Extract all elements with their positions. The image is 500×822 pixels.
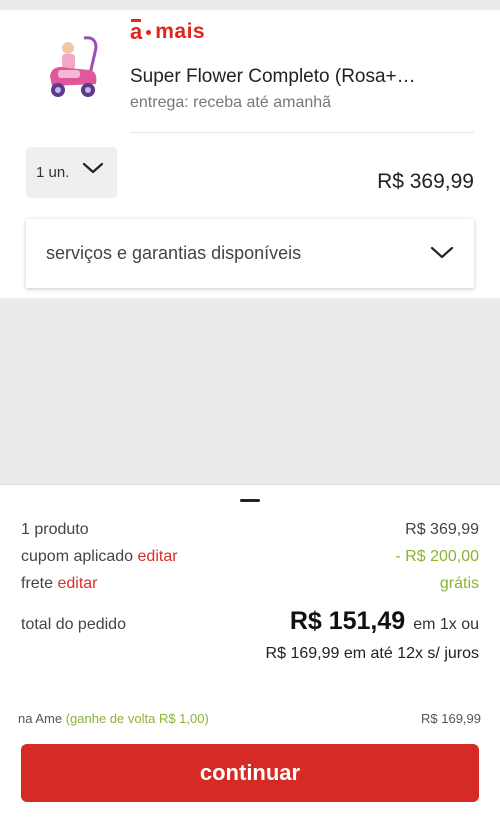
delivery-info: entrega: receba até amanhã <box>130 94 332 111</box>
product-name[interactable]: Super Flower Completo (Rosa+… <box>130 66 416 88</box>
chevron-down-icon <box>82 161 104 180</box>
coupon-label-group: cupom aplicado editar <box>21 548 178 566</box>
ame-label-group: na Ame (ganhe de volta R$ 1,00) <box>18 711 209 726</box>
ame-label: na Ame <box>18 711 63 726</box>
summary-total-row: total do pedido R$ 151,49 em 1x ou <box>21 607 479 636</box>
total-value: R$ 151,49 <box>289 607 406 635</box>
summary-products-row: 1 produto R$ 369,99 <box>21 521 479 539</box>
item-price: R$ 369,99 <box>377 170 474 193</box>
shipping-value: grátis <box>439 575 479 592</box>
shipping-label-group: frete editar <box>21 575 98 593</box>
drag-handle[interactable] <box>240 499 260 502</box>
brand-logo-letter: a <box>130 19 143 44</box>
chevron-down-icon <box>430 245 454 265</box>
summary-coupon-row: cupom aplicado editar - R$ 200,00 <box>21 548 479 566</box>
installments-info: R$ 169,99 em até 12x s/ juros <box>265 645 479 662</box>
products-label: 1 produto <box>21 521 89 538</box>
top-strip <box>0 0 500 10</box>
coupon-edit-link[interactable]: editar <box>138 548 178 565</box>
total-label: total do pedido <box>21 616 126 633</box>
cart-item-card: a mais Super Flower Completo (Rosa+… ent… <box>0 10 500 298</box>
total-price-group: R$ 151,49 em 1x ou <box>290 607 479 636</box>
coupon-label: cupom aplicado <box>21 548 134 565</box>
brand-logo-word: mais <box>155 20 206 43</box>
brand-logo: a mais <box>130 19 206 44</box>
ame-payment-row: na Ame (ganhe de volta R$ 1,00) R$ 169,9… <box>18 711 481 726</box>
services-label: serviços e garantias disponíveis <box>46 243 302 263</box>
products-value: R$ 369,99 <box>405 521 479 538</box>
summary-shipping-row: frete editar grátis <box>21 575 479 593</box>
total-suffix: em 1x ou <box>413 616 479 633</box>
order-summary-panel: 1 produto R$ 369,99 cupom aplicado edita… <box>0 484 500 822</box>
divider <box>130 132 474 133</box>
product-image[interactable] <box>44 34 102 104</box>
coupon-value: - R$ 200,00 <box>395 548 479 565</box>
continue-button[interactable]: continuar <box>21 744 479 802</box>
ame-cashback: (ganhe de volta R$ 1,00) <box>65 711 209 726</box>
shipping-edit-link[interactable]: editar <box>57 575 97 592</box>
shipping-label: frete <box>21 575 54 592</box>
services-dropdown[interactable]: serviços e garantias disponíveis <box>26 219 474 288</box>
quantity-select[interactable]: 1 un. <box>26 147 117 198</box>
brand-logo-dot <box>146 29 152 35</box>
ame-value: R$ 169,99 <box>421 711 481 726</box>
quantity-value: 1 un. <box>36 164 70 181</box>
